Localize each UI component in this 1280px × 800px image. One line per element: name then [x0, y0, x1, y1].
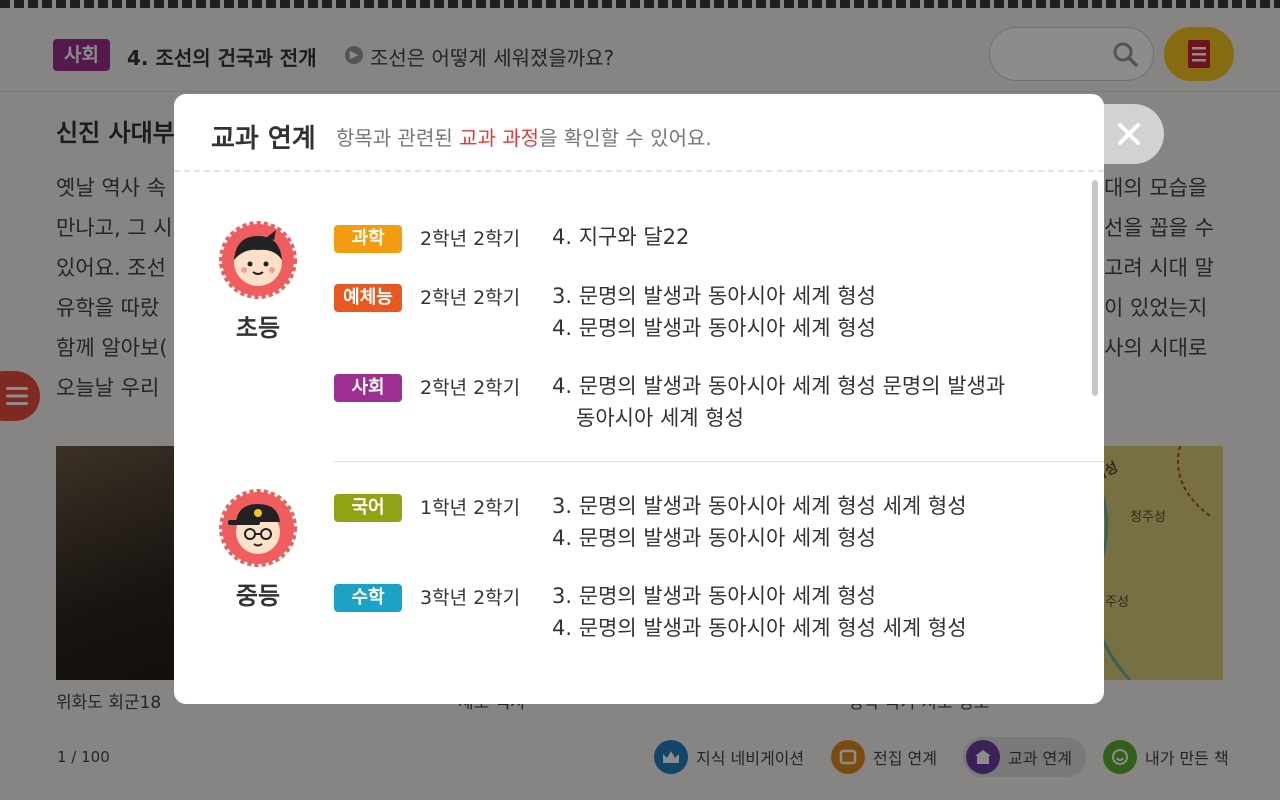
unit-list: 4. 지구와 달22	[552, 221, 689, 253]
subject-tag: 예체능	[334, 284, 402, 312]
unit-item: 3. 문명의 발생과 동아시아 세계 형성	[552, 584, 876, 608]
modal-title: 교과 연계	[211, 124, 316, 154]
unit-item: 4. 문명의 발생과 동아시아 세계 형성 문명의 발생과	[552, 374, 1006, 398]
level-label: 중등	[235, 582, 281, 610]
unit-item: 3. 문명의 발생과 동아시아 세계 형성	[552, 284, 876, 308]
unit-item: 4. 문명의 발생과 동아시아 세계 형성	[552, 316, 876, 340]
level-label: 초등	[235, 314, 281, 342]
unit-list: 3. 문명의 발생과 동아시아 세계 형성 세계 형성 4. 문명의 발생과 동…	[552, 490, 967, 554]
unit-item: 4. 문명의 발생과 동아시아 세계 형성	[552, 526, 876, 550]
grade-semester: 2학년 2학기	[420, 377, 521, 399]
grade-semester: 2학년 2학기	[420, 228, 521, 250]
unit-list: 3. 문명의 발생과 동아시아 세계 형성 4. 문명의 발생과 동아시아 세계…	[552, 280, 876, 344]
grade-semester: 3학년 2학기	[420, 587, 521, 609]
elementary-student-icon	[219, 221, 297, 299]
subject-tag: 과학	[334, 225, 402, 253]
subject-tag: 수학	[334, 584, 402, 612]
close-button[interactable]	[1094, 104, 1164, 164]
unit-item-continued: 동아시아 세계 형성	[576, 406, 744, 430]
modal-subtitle: 항목과 관련된 교과 과정을 확인할 수 있어요.	[336, 126, 712, 150]
middle-student-icon	[219, 489, 297, 567]
subject-tag: 국어	[334, 494, 402, 522]
unit-list: 3. 문명의 발생과 동아시아 세계 형성 4. 문명의 발생과 동아시아 세계…	[552, 580, 967, 644]
subtitle-highlight: 교과 과정	[459, 126, 540, 150]
unit-item: 4. 지구와 달22	[552, 225, 690, 249]
modal-scrollbar[interactable]	[1092, 180, 1098, 396]
subject-tag: 사회	[334, 374, 402, 402]
unit-item: 3. 문명의 발생과 동아시아 세계 형성 세계 형성	[552, 494, 967, 518]
curriculum-link-modal: 교과 연계 항목과 관련된 교과 과정을 확인할 수 있어요. 초등 중등 과학…	[174, 94, 1104, 704]
unit-list: 4. 문명의 발생과 동아시아 세계 형성 문명의 발생과 동아시아 세계 형성	[552, 370, 1005, 434]
grade-semester: 2학년 2학기	[420, 287, 521, 309]
level-elementary: 초등	[218, 220, 298, 343]
modal-header: 교과 연계 항목과 관련된 교과 과정을 확인할 수 있어요.	[174, 94, 1104, 172]
close-icon	[1118, 123, 1140, 145]
level-middle: 중등	[218, 488, 298, 611]
grade-semester: 1학년 2학기	[420, 497, 521, 519]
unit-item: 4. 문명의 발생과 동아시아 세계 형성 세계 형성	[552, 616, 967, 640]
level-divider	[334, 461, 1104, 462]
